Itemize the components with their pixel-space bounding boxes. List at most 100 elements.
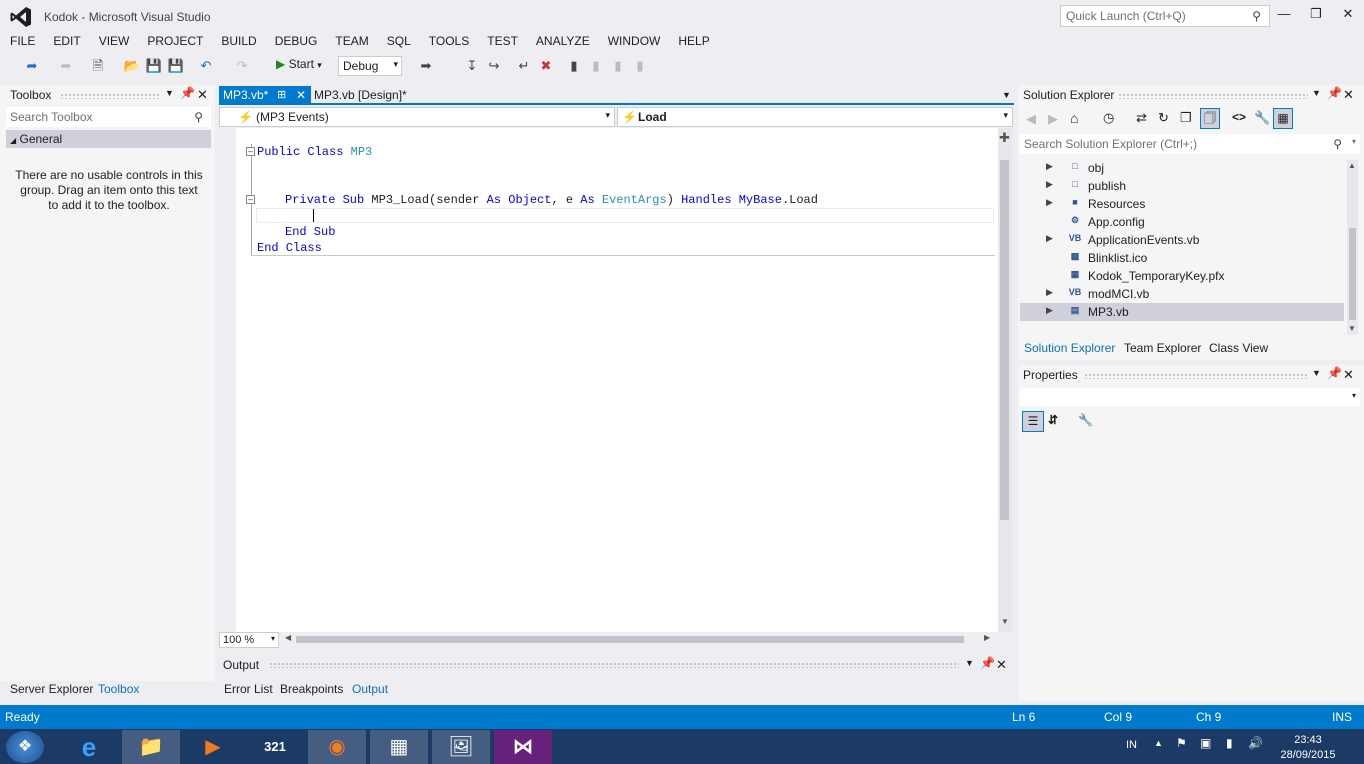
- forward-icon[interactable]: ➦: [56, 56, 76, 76]
- menu-test[interactable]: TEST: [477, 32, 526, 48]
- uncomment-icon[interactable]: ✖: [536, 56, 556, 76]
- categorized-icon[interactable]: ☰: [1022, 411, 1044, 432]
- tray-expand-icon[interactable]: ▲: [1154, 738, 1163, 748]
- media-player-icon[interactable]: ▶: [184, 730, 242, 764]
- tree-scrollbar-thumb[interactable]: [1349, 228, 1356, 320]
- taskbar-clock[interactable]: 23:43 28/09/2015: [1272, 733, 1344, 763]
- zoom-select[interactable]: 100 % ▾: [219, 632, 279, 648]
- property-pages-icon[interactable]: 🔧: [1078, 413, 1093, 427]
- tab-breakpoints[interactable]: Breakpoints: [280, 682, 343, 696]
- open-file-icon[interactable]: 📂: [122, 56, 142, 76]
- quick-launch-input[interactable]: Quick Launch (Ctrl+Q) ⚲: [1060, 5, 1270, 27]
- start-orb-icon[interactable]: ❖: [6, 731, 44, 763]
- menu-file[interactable]: FILE: [0, 32, 43, 48]
- pin-icon[interactable]: 📌: [1327, 366, 1342, 380]
- prev-bookmark-icon[interactable]: ▮: [588, 56, 604, 76]
- chevron-down-icon[interactable]: ▼: [1312, 88, 1321, 98]
- start-button[interactable]: ▶ Start ▾: [276, 57, 322, 71]
- tree-item-blinklist-ico[interactable]: ▩ Blinklist.ico: [1020, 249, 1344, 267]
- undo-icon[interactable]: ↶: [196, 56, 216, 76]
- collapse-icon[interactable]: –: [246, 195, 255, 204]
- refresh-icon[interactable]: ↻: [1158, 110, 1169, 126]
- picture-viewer-icon[interactable]: 🖼: [432, 730, 490, 764]
- chevron-down-icon[interactable]: ▼: [1002, 90, 1011, 100]
- action-center-icon[interactable]: ⚑: [1176, 736, 1187, 750]
- visual-studio-taskbar-icon[interactable]: ⋈: [494, 730, 552, 764]
- bookmark-icon[interactable]: ▮: [566, 56, 582, 76]
- menu-project[interactable]: PROJECT: [137, 32, 211, 48]
- tab-output[interactable]: Output: [352, 682, 388, 696]
- close-icon[interactable]: ✕: [197, 87, 208, 103]
- expand-icon[interactable]: ▶: [1046, 161, 1053, 172]
- tree-item-modmci-vb[interactable]: ▶ VB modMCI.vb: [1020, 285, 1344, 303]
- view-code-icon[interactable]: <>: [1232, 110, 1246, 124]
- pin-icon[interactable]: 📌: [180, 86, 195, 100]
- chevron-down-icon[interactable]: ▼: [165, 88, 174, 98]
- scroll-left-icon[interactable]: ◀: [285, 633, 291, 642]
- vertical-scrollbar-thumb[interactable]: [1000, 160, 1009, 520]
- power-icon[interactable]: ▮: [1226, 736, 1233, 750]
- horizontal-scrollbar-thumb[interactable]: [296, 636, 964, 643]
- menu-view[interactable]: VIEW: [89, 32, 138, 48]
- tab-class-view[interactable]: Class View: [1209, 341, 1268, 355]
- toolbox-search-input[interactable]: Search Toolbox ⚲: [6, 107, 211, 127]
- expand-icon[interactable]: ▶: [1046, 287, 1053, 298]
- menu-debug[interactable]: DEBUG: [265, 32, 326, 48]
- comment-icon[interactable]: ↵: [514, 56, 534, 76]
- minimize-button[interactable]: —: [1274, 6, 1294, 24]
- next-bookmark-icon[interactable]: ▮: [610, 56, 626, 76]
- calculator-icon[interactable]: ▦: [370, 730, 428, 764]
- menu-build[interactable]: BUILD: [211, 32, 264, 48]
- tree-item-app-config[interactable]: ⚙ App.config: [1020, 213, 1344, 231]
- tab-server-explorer[interactable]: Server Explorer: [10, 682, 93, 696]
- tab-toolbox[interactable]: Toolbox: [98, 682, 139, 696]
- close-icon[interactable]: ✕: [1343, 367, 1354, 383]
- file-explorer-icon[interactable]: 📁: [122, 730, 180, 764]
- step-over-icon[interactable]: ↪: [484, 56, 504, 76]
- menu-tools[interactable]: TOOLS: [419, 32, 477, 48]
- toolbox-group-general[interactable]: ◢ General: [6, 130, 211, 148]
- preview-icon[interactable]: ▦: [1273, 108, 1293, 129]
- menu-edit[interactable]: EDIT: [43, 32, 88, 48]
- tab-error-list[interactable]: Error List: [224, 682, 273, 696]
- chevron-down-icon[interactable]: ▼: [965, 658, 974, 668]
- tab-team-explorer[interactable]: Team Explorer: [1124, 341, 1201, 355]
- close-icon[interactable]: ✕: [296, 88, 306, 102]
- pin-icon[interactable]: ⊞: [277, 88, 286, 101]
- expand-icon[interactable]: ▶: [1046, 197, 1053, 208]
- step-into-icon[interactable]: ↧: [462, 56, 482, 76]
- menu-team[interactable]: TEAM: [325, 32, 376, 48]
- back-icon[interactable]: ◀: [1026, 111, 1036, 127]
- tab-mp3-vb[interactable]: MP3.vb* ⊞ ✕: [219, 86, 311, 105]
- menu-analyze[interactable]: ANALYZE: [526, 32, 598, 48]
- redo-icon[interactable]: ↷: [232, 56, 252, 76]
- scroll-up-icon[interactable]: ▲: [1348, 161, 1356, 170]
- close-button[interactable]: ✕: [1338, 6, 1358, 24]
- network-icon[interactable]: ▣: [1200, 736, 1211, 750]
- expand-icon[interactable]: ▶: [1046, 233, 1053, 244]
- tree-item-applicationevents-vb[interactable]: ▶ VB ApplicationEvents.vb: [1020, 231, 1344, 249]
- close-icon[interactable]: ✕: [996, 657, 1007, 673]
- alphabetical-icon[interactable]: ⇵: [1048, 413, 1058, 427]
- show-all-files-icon[interactable]: 🗍: [1200, 108, 1220, 129]
- scroll-down-icon[interactable]: ▼: [1001, 617, 1009, 626]
- method-dropdown[interactable]: ⚡ Load ▾: [617, 107, 1013, 127]
- back-icon[interactable]: ➦: [22, 56, 42, 76]
- tree-item-kodok-temporarykey-pfx[interactable]: ▦ Kodok_TemporaryKey.pfx: [1020, 267, 1344, 285]
- scroll-right-icon[interactable]: ▶: [984, 633, 990, 642]
- collapse-icon[interactable]: –: [246, 147, 255, 156]
- solution-search-input[interactable]: Search Solution Explorer (Ctrl+;) ⚲ ▾: [1020, 134, 1360, 154]
- collapse-all-icon[interactable]: ❐: [1180, 110, 1192, 126]
- volume-icon[interactable]: 🔊: [1248, 736, 1263, 750]
- scroll-down-icon[interactable]: ▼: [1348, 324, 1356, 333]
- tree-item-publish[interactable]: ▶ □ publish: [1020, 177, 1344, 195]
- pin-icon[interactable]: 📌: [1327, 86, 1342, 100]
- clear-bookmarks-icon[interactable]: ▮: [632, 56, 648, 76]
- solution-config-select[interactable]: Debug ▾: [338, 56, 402, 76]
- tree-item-resources[interactable]: ▶ ■ Resources: [1020, 195, 1344, 213]
- expand-icon[interactable]: ▶: [1046, 305, 1053, 316]
- menu-sql[interactable]: SQL: [377, 32, 419, 48]
- tree-item-obj[interactable]: ▶ □ obj: [1020, 159, 1344, 177]
- forward-icon[interactable]: ▶: [1048, 111, 1058, 127]
- language-indicator[interactable]: IN: [1126, 739, 1137, 751]
